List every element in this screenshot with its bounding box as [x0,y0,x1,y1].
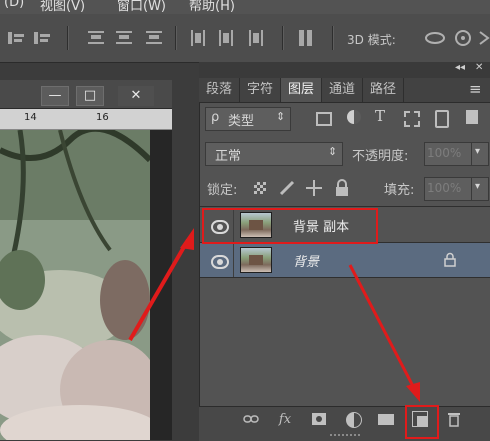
ruler-tick: 14 [24,112,37,123]
mode-3d-label: 3D 模式: [347,33,396,47]
fill-label: 填充: [384,183,415,198]
annotation-highlight-new-layer [405,405,439,439]
layer-thumbnail [240,247,272,273]
panel-menu-icon[interactable]: ≡ [469,80,482,98]
annotation-arrowhead [180,228,194,250]
folder-icon[interactable] [378,414,394,425]
maximize-button[interactable]: □ [76,86,104,106]
separator [332,26,334,50]
options-bar: 3D 模式: [0,14,490,63]
divider [233,243,234,277]
opacity-label: 不透明度: [352,149,409,164]
menu-item-view[interactable]: 视图(V) [40,0,85,14]
horizontal-ruler: 14 16 [0,109,172,130]
filter-smart-object-icon[interactable] [435,110,449,128]
chevron-down-icon: ▾ [475,146,481,157]
fill-value: 100% [427,181,462,195]
ruler-tick: 16 [96,112,109,123]
filter-shape-icon[interactable] [404,111,420,127]
lock-all-icon[interactable] [335,179,349,197]
canvas-pasteboard [150,130,172,440]
layer-row-background[interactable]: 背景 [200,243,490,277]
filter-toggle-icon[interactable] [466,110,478,124]
menu-item-window[interactable]: 窗口(W) [117,0,166,14]
opacity-input[interactable]: 100% [424,142,472,166]
tab-layers[interactable]: 图层 [281,78,322,102]
annotation-highlight-layer [202,208,378,244]
layer-filter-select[interactable]: ρ 类型 ⇕ [205,107,291,131]
tab-paragraph[interactable]: 段落 [199,78,240,102]
chevron-down-icon: ▾ [475,181,481,192]
opacity-dropdown-button[interactable]: ▾ [471,142,489,166]
distribute-center-icon[interactable] [218,30,236,46]
filter-label: 类型 [228,114,255,129]
fx-icon[interactable]: fx [276,412,294,428]
distribute-top-icon[interactable] [88,30,106,46]
tab-paths[interactable]: 路径 [363,78,404,102]
blend-mode-select[interactable]: 正常 ⇕ [205,142,343,166]
lock-brush-icon[interactable] [279,180,297,196]
minimize-button[interactable]: — [41,86,69,106]
fill-input[interactable]: 100% [424,177,472,201]
canvas-photo[interactable] [0,130,150,440]
close-button[interactable]: ✕ [118,86,154,106]
separator [282,26,284,50]
lock-move-icon[interactable] [305,179,323,197]
menu-bar: (D) 视图(V) 窗口(W) 帮助(H) [0,0,490,14]
divider [200,206,490,207]
layer-name[interactable]: 背景 [293,251,319,270]
align-top-icon[interactable] [8,30,26,46]
3d-rotate-icon[interactable] [424,30,446,46]
trash-icon[interactable] [447,411,461,427]
filter-pixel-icon[interactable] [316,112,332,126]
resize-grip[interactable] [330,434,360,436]
separator [175,26,177,50]
distribute-middle-icon[interactable] [116,30,134,46]
chevron-updown-icon: ⇕ [328,145,338,158]
filter-adjustment-icon[interactable] [347,110,361,124]
distribute-right-icon[interactable] [248,30,266,46]
menu-item-help[interactable]: 帮助(H) [189,0,235,14]
adjustment-icon[interactable] [346,412,362,428]
collapse-icon[interactable]: ◂◂ [455,62,465,73]
3d-drag-icon[interactable] [478,30,490,46]
tab-character[interactable]: 字符 [240,78,281,102]
mask-icon[interactable] [312,413,326,425]
menu-item-d[interactable]: (D) [4,0,24,10]
eye-icon[interactable] [211,255,229,269]
auto-align-icon[interactable] [298,30,316,46]
close-panel-icon[interactable]: ✕ [475,62,483,73]
separator [67,26,69,50]
filter-type-icon[interactable]: T [375,107,385,125]
tab-channels[interactable]: 通道 [322,78,363,102]
link-icon[interactable] [243,414,259,424]
blend-mode-value: 正常 [215,149,242,164]
align-middle-icon[interactable] [34,30,52,46]
chevron-updown-icon: ⇕ [276,110,286,123]
lock-label: 锁定: [207,183,238,198]
lock-icon [444,252,456,267]
distribute-left-icon[interactable] [190,30,208,46]
photo-image [0,130,150,440]
opacity-value: 100% [427,146,462,160]
divider [200,277,490,278]
distribute-bottom-icon[interactable] [146,30,164,46]
3d-roll-icon[interactable] [454,29,472,47]
fill-dropdown-button[interactable]: ▾ [471,177,489,201]
panel-tab-bar: 段落 字符 图层 通道 路径 ≡ [199,78,490,103]
lock-transparent-icon[interactable] [254,182,266,194]
panel-header-strip: ◂◂ ✕ [199,62,490,78]
search-icon: ρ [211,110,220,125]
